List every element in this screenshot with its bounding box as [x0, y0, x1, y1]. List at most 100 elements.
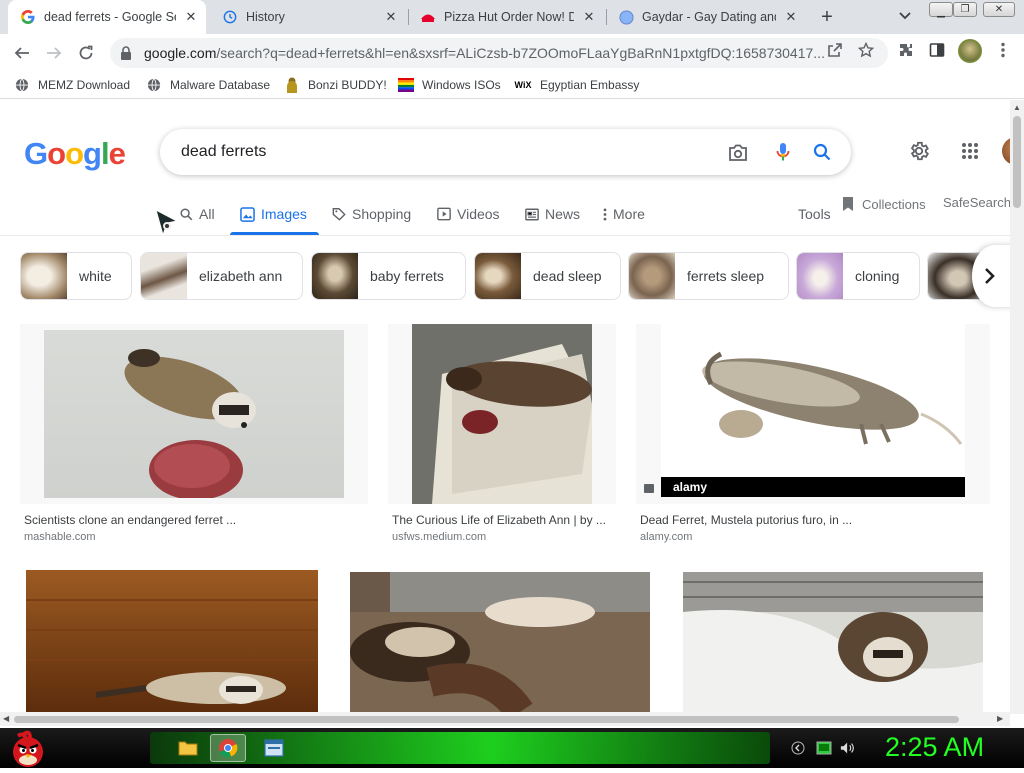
taskbar-window-app[interactable]	[256, 734, 292, 762]
chip-label: ferrets sleep	[687, 268, 765, 284]
image-result[interactable]: Scientists clone an endangered ferret ..…	[20, 324, 368, 554]
back-button[interactable]	[10, 41, 34, 65]
apps-grid-icon[interactable]	[958, 139, 982, 163]
scrollbar-thumb[interactable]	[1013, 116, 1021, 208]
microphone-icon[interactable]	[772, 141, 794, 163]
horizontal-scrollbar[interactable]: ◀ ▶	[0, 712, 1010, 726]
result-image-frame[interactable]	[388, 324, 616, 504]
related-chip-white[interactable]: white	[20, 252, 132, 300]
chip-thumbnail	[312, 253, 358, 299]
result-source[interactable]: usfws.medium.com	[392, 531, 486, 543]
related-chip-cloning[interactable]: cloning	[796, 252, 920, 300]
tab-search-button[interactable]	[896, 6, 914, 26]
close-tab-icon[interactable]: ✕	[782, 8, 800, 26]
tab-more[interactable]: More	[603, 204, 645, 224]
bookmark-malware-database[interactable]: Malware Database	[146, 76, 270, 94]
result-image[interactable]	[350, 572, 650, 712]
tab-shopping[interactable]: Shopping	[332, 204, 411, 224]
close-tab-icon[interactable]: ✕	[382, 8, 400, 26]
result-image-frame[interactable]	[20, 324, 368, 504]
close-tab-icon[interactable]: ✕	[580, 8, 598, 26]
tab-pizza-hut[interactable]: Pizza Hut Order Now! Delivery ✕	[408, 0, 604, 34]
result-source[interactable]: mashable.com	[24, 531, 96, 543]
side-panel-icon[interactable]	[928, 41, 946, 59]
minimize-button[interactable]: ▁	[929, 2, 953, 18]
tab-news[interactable]: News	[525, 204, 580, 224]
scrollbar-thumb[interactable]	[14, 716, 959, 723]
settings-gear-icon[interactable]	[907, 139, 931, 163]
bookmark-label: Bonzi BUDDY!	[308, 78, 387, 92]
tag-icon	[332, 207, 346, 221]
related-chip-dead-sleep[interactable]: dead sleep	[474, 252, 621, 300]
tab-images[interactable]: Images	[240, 204, 307, 224]
result-image-frame[interactable]: alamy	[636, 324, 990, 504]
scroll-up-arrow[interactable]: ▲	[1013, 103, 1021, 112]
vertical-scrollbar[interactable]: ▲	[1010, 100, 1024, 714]
news-icon	[525, 208, 539, 221]
camera-icon[interactable]	[727, 141, 749, 163]
tab-videos[interactable]: Videos	[437, 204, 500, 224]
bookmark-windows-isos[interactable]: Windows ISOs	[398, 76, 501, 94]
bookmark-icon	[842, 196, 854, 212]
result-image[interactable]	[26, 570, 318, 712]
menu-icon[interactable]	[994, 41, 1012, 59]
google-logo[interactable]: Google	[24, 136, 126, 172]
scroll-left-arrow[interactable]: ◀	[3, 714, 9, 723]
scroll-right-arrow[interactable]: ▶	[997, 714, 1003, 723]
image-result[interactable]: alamy Dead Ferret, Mustela putorius furo…	[636, 324, 990, 554]
related-chip-elizabeth-ann[interactable]: elizabeth ann	[140, 252, 303, 300]
result-title[interactable]: The Curious Life of Elizabeth Ann | by .…	[392, 513, 606, 527]
search-input[interactable]: dead ferrets	[181, 143, 851, 161]
tab-history[interactable]: History ✕	[210, 0, 406, 34]
result-source[interactable]: alamy.com	[640, 531, 692, 543]
maximize-button[interactable]: ❐	[953, 2, 977, 17]
account-avatar[interactable]	[1002, 137, 1010, 165]
collections-button[interactable]: Collections	[842, 194, 926, 214]
image-result[interactable]: The Curious Life of Elizabeth Ann | by .…	[388, 324, 616, 554]
star-icon[interactable]	[857, 41, 875, 59]
tray-expand-icon[interactable]	[790, 740, 806, 756]
taskbar-clock[interactable]: 2:25 AM	[885, 732, 984, 763]
tab-gaydar[interactable]: Gaydar - Gay Dating and Chat ✕	[606, 0, 806, 34]
close-window-button[interactable]: ✕	[983, 2, 1015, 17]
address-bar[interactable]: google.com/search?q=dead+ferrets&hl=en&s…	[110, 38, 888, 68]
tab-label: Shopping	[352, 206, 412, 222]
image-result[interactable]	[26, 570, 318, 712]
collections-label: Collections	[862, 196, 926, 212]
taskbar-file-explorer[interactable]	[170, 734, 206, 762]
related-chip-baby-ferrets[interactable]: baby ferrets	[311, 252, 466, 300]
result-title[interactable]: Scientists clone an endangered ferret ..…	[24, 513, 236, 527]
ferret-photo	[702, 351, 963, 445]
bookmark-bonzi-buddy[interactable]: Bonzi BUDDY!	[284, 76, 387, 94]
related-chip-ferrets-sleep[interactable]: ferrets sleep	[628, 252, 789, 300]
volume-icon[interactable]	[840, 740, 856, 756]
safesearch-button[interactable]: SafeSearch	[943, 195, 1010, 210]
reload-button[interactable]	[74, 41, 98, 65]
tab-label: Videos	[457, 206, 500, 222]
image-result[interactable]	[683, 572, 983, 712]
bookmark-memz[interactable]: MEMZ Download	[14, 76, 130, 94]
taskbar-chrome[interactable]	[210, 734, 246, 762]
bookmark-egyptian-embassy[interactable]: WiX Egyptian Embassy	[514, 76, 640, 94]
ferret-photo	[124, 349, 256, 500]
tab-title: dead ferrets - Google Search	[44, 10, 176, 24]
extensions-icon[interactable]	[897, 41, 915, 59]
close-tab-icon[interactable]: ✕	[182, 8, 200, 26]
tab-all[interactable]: All	[180, 204, 215, 224]
new-tab-button[interactable]: +	[815, 5, 839, 29]
result-title[interactable]: Dead Ferret, Mustela putorius furo, in .…	[640, 513, 852, 527]
url-text[interactable]: google.com/search?q=dead+ferrets&hl=en&s…	[144, 45, 824, 61]
lock-icon[interactable]	[120, 46, 134, 60]
forward-button[interactable]	[42, 41, 66, 65]
profile-avatar[interactable]	[958, 39, 982, 63]
result-image[interactable]	[683, 572, 983, 712]
tools-button[interactable]: Tools	[798, 206, 831, 222]
image-result[interactable]	[350, 572, 650, 712]
url-host: google.com	[144, 45, 217, 61]
start-button[interactable]	[6, 730, 50, 768]
chips-next-button[interactable]	[972, 245, 1010, 307]
tab-google-search[interactable]: dead ferrets - Google Search ✕	[8, 0, 206, 34]
share-icon[interactable]	[826, 41, 844, 59]
search-icon[interactable]	[811, 141, 833, 163]
battery-icon[interactable]	[816, 740, 832, 756]
